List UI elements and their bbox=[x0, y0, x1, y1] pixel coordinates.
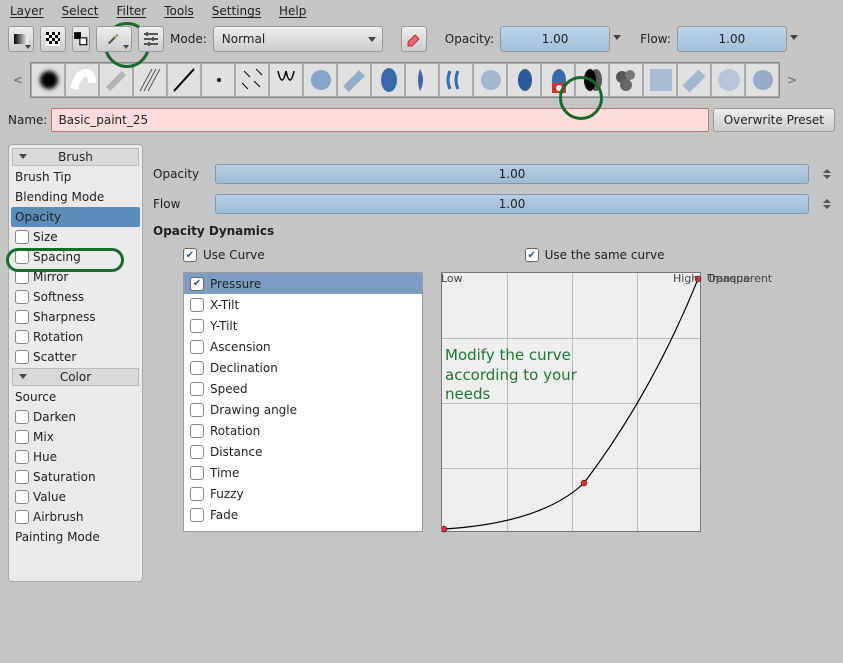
overwrite-preset-button[interactable]: Overwrite Preset bbox=[713, 108, 835, 132]
sidebar-item-mirror[interactable]: Mirror bbox=[11, 267, 140, 287]
sidebar-item-blending-mode[interactable]: Blending Mode bbox=[11, 187, 140, 207]
flow-spinner[interactable]: 1.00 bbox=[677, 26, 787, 52]
flow-slider[interactable]: 1.00 bbox=[215, 194, 809, 214]
sidebar-item-source[interactable]: Source bbox=[11, 387, 140, 407]
preset-thumb[interactable] bbox=[405, 63, 439, 97]
menu-help[interactable]: Help bbox=[279, 4, 306, 18]
preset-thumb[interactable] bbox=[643, 63, 677, 97]
dynamics-item-pressure[interactable]: Pressure bbox=[184, 273, 422, 294]
mode-label: Mode: bbox=[170, 32, 207, 46]
settings-tool-button[interactable] bbox=[138, 26, 164, 52]
preset-thumb[interactable] bbox=[99, 63, 133, 97]
opacity-slider-label: Opacity bbox=[153, 167, 203, 181]
brush-preset-strip: < > bbox=[0, 56, 843, 104]
brush-settings-sidebar: Brush Brush TipBlending ModeOpacitySizeS… bbox=[8, 144, 143, 582]
menu-filter[interactable]: Filter bbox=[117, 4, 147, 18]
sidebar-item-size[interactable]: Size bbox=[11, 227, 140, 247]
menu-settings[interactable]: Settings bbox=[212, 4, 261, 18]
menubar: Layer Select Filter Tools Settings Help bbox=[0, 0, 843, 22]
use-same-curve-checkbox[interactable]: Use the same curve bbox=[525, 248, 665, 262]
sidebar-item-scatter[interactable]: Scatter bbox=[11, 347, 140, 367]
dynamics-item-distance[interactable]: Distance bbox=[184, 441, 422, 462]
preset-name-input[interactable] bbox=[51, 108, 708, 132]
name-label: Name: bbox=[8, 113, 47, 127]
eraser-button[interactable] bbox=[401, 26, 427, 52]
dynamics-item-drawing-angle[interactable]: Drawing angle bbox=[184, 399, 422, 420]
preset-prev[interactable]: < bbox=[8, 73, 28, 87]
preset-thumb[interactable] bbox=[745, 63, 779, 97]
preset-thumb[interactable] bbox=[609, 63, 643, 97]
sidebar-painting-mode[interactable]: Painting Mode bbox=[11, 527, 140, 547]
dynamics-item-y-tilt[interactable]: Y-Tilt bbox=[184, 315, 422, 336]
sidebar-item-value[interactable]: Value bbox=[11, 487, 140, 507]
preset-next[interactable]: > bbox=[782, 73, 802, 87]
flow-slider-label: Flow bbox=[153, 197, 203, 211]
curve-low-label: Low bbox=[441, 272, 463, 285]
opacity-dynamics-title: Opacity Dynamics bbox=[153, 224, 835, 238]
sidebar-item-darken[interactable]: Darken bbox=[11, 407, 140, 427]
preset-thumb[interactable] bbox=[337, 63, 371, 97]
preset-thumb[interactable] bbox=[65, 63, 99, 97]
preset-thumb[interactable] bbox=[235, 63, 269, 97]
sidebar-brush-head[interactable]: Brush bbox=[12, 148, 139, 166]
flow-label: Flow: bbox=[640, 32, 671, 46]
preset-thumb[interactable] bbox=[439, 63, 473, 97]
sidebar-color-head[interactable]: Color bbox=[12, 368, 139, 386]
opacity-slider[interactable]: 1.00 bbox=[215, 164, 809, 184]
preset-thumb[interactable] bbox=[507, 63, 541, 97]
dynamics-sensor-list[interactable]: PressureX-TiltY-TiltAscensionDeclination… bbox=[183, 272, 423, 532]
preset-thumbs bbox=[30, 62, 780, 98]
sidebar-item-airbrush[interactable]: Airbrush bbox=[11, 507, 140, 527]
dynamics-item-rotation[interactable]: Rotation bbox=[184, 420, 422, 441]
dynamics-item-speed[interactable]: Speed bbox=[184, 378, 422, 399]
sidebar-item-sharpness[interactable]: Sharpness bbox=[11, 307, 140, 327]
dynamics-item-declination[interactable]: Declination bbox=[184, 357, 422, 378]
brush-tool-button[interactable] bbox=[96, 26, 132, 52]
mode-select[interactable]: Normal bbox=[213, 26, 383, 52]
preset-thumb[interactable] bbox=[269, 63, 303, 97]
preset-thumb[interactable] bbox=[133, 63, 167, 97]
use-curve-checkbox[interactable]: Use Curve bbox=[183, 248, 265, 262]
preset-thumb[interactable] bbox=[371, 63, 405, 97]
preset-thumb[interactable] bbox=[473, 63, 507, 97]
curve-high-label: High bbox=[673, 272, 698, 285]
preset-thumb[interactable] bbox=[167, 63, 201, 97]
dynamics-item-fade[interactable]: Fade bbox=[184, 504, 422, 525]
sidebar-item-softness[interactable]: Softness bbox=[11, 287, 140, 307]
color-swap-button[interactable] bbox=[72, 26, 90, 52]
preset-thumb[interactable] bbox=[677, 63, 711, 97]
sidebar-item-rotation[interactable]: Rotation bbox=[11, 327, 140, 347]
menu-tools[interactable]: Tools bbox=[164, 4, 194, 18]
toolbar: Mode: Normal Opacity: 1.00 Flow: 1.00 bbox=[0, 22, 843, 56]
preset-thumb[interactable] bbox=[541, 63, 575, 97]
preset-thumb[interactable] bbox=[31, 63, 65, 97]
preset-thumb[interactable] bbox=[303, 63, 337, 97]
preset-thumb[interactable] bbox=[201, 63, 235, 97]
dynamics-item-ascension[interactable]: Ascension bbox=[184, 336, 422, 357]
sidebar-item-spacing[interactable]: Spacing bbox=[11, 247, 140, 267]
sidebar-item-hue[interactable]: Hue bbox=[11, 447, 140, 467]
gradient-tool-button[interactable] bbox=[8, 26, 34, 52]
dynamics-item-fuzzy[interactable]: Fuzzy bbox=[184, 483, 422, 504]
sidebar-item-opacity[interactable]: Opacity bbox=[11, 207, 140, 227]
sidebar-item-brush-tip[interactable]: Brush Tip bbox=[11, 167, 140, 187]
pattern-tool-button[interactable] bbox=[40, 26, 66, 52]
preset-thumb[interactable] bbox=[575, 63, 609, 97]
preset-thumb[interactable] bbox=[711, 63, 745, 97]
dynamics-item-time[interactable]: Time bbox=[184, 462, 422, 483]
curve-transparent-label: Transparent bbox=[707, 272, 772, 285]
curve-annotation: Modify the curve according to your needs bbox=[445, 346, 577, 405]
dynamics-item-x-tilt[interactable]: X-Tilt bbox=[184, 294, 422, 315]
sidebar-item-saturation[interactable]: Saturation bbox=[11, 467, 140, 487]
opacity-label: Opacity: bbox=[445, 32, 494, 46]
menu-select[interactable]: Select bbox=[61, 4, 98, 18]
sidebar-item-mix[interactable]: Mix bbox=[11, 427, 140, 447]
opacity-spinner[interactable]: 1.00 bbox=[500, 26, 610, 52]
menu-layer[interactable]: Layer bbox=[10, 4, 43, 18]
